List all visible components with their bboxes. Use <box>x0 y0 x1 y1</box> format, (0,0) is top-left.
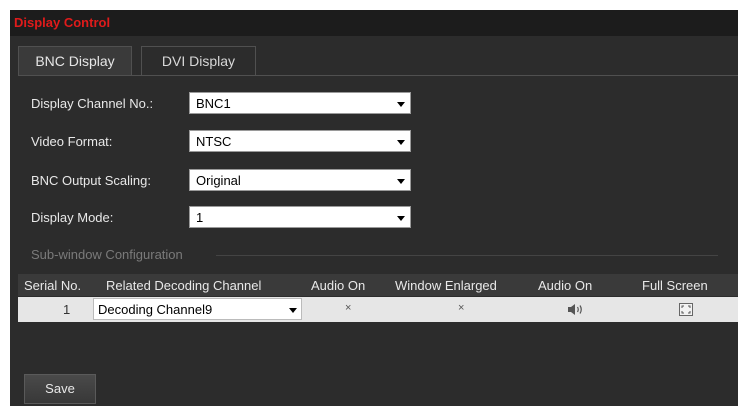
video-format-value: NTSC <box>196 134 232 149</box>
column-header: Full Screen <box>642 278 708 293</box>
column-header: Window Enlarged <box>395 278 497 293</box>
display-channel-select[interactable]: BNC1 <box>189 92 411 114</box>
table-row: 1 Decoding Channel9 × × <box>18 297 738 322</box>
output-scaling-label: BNC Output Scaling: <box>31 173 151 188</box>
tab-bnc-display[interactable]: BNC Display <box>18 46 132 76</box>
chevron-down-icon <box>289 308 297 313</box>
window-enlarged-toggle[interactable]: × <box>458 302 464 314</box>
column-header: Serial No. <box>24 278 82 293</box>
display-channel-value: BNC1 <box>196 96 231 111</box>
video-format-label: Video Format: <box>31 134 113 149</box>
display-mode-label: Display Mode: <box>31 210 114 225</box>
serial-number: 1 <box>63 302 71 317</box>
subwindow-config-title: Sub-window Configuration <box>31 247 183 262</box>
audio-on-toggle[interactable]: × <box>345 302 351 314</box>
video-format-select[interactable]: NTSC <box>189 130 411 152</box>
speaker-icon[interactable] <box>567 303 585 319</box>
display-mode-select[interactable]: 1 <box>189 206 411 228</box>
table-header: Serial No. Related Decoding Channel Audi… <box>18 274 738 296</box>
group-divider <box>216 255 718 256</box>
chevron-down-icon <box>397 216 405 221</box>
window-title: Display Control <box>14 15 111 30</box>
save-button[interactable]: Save <box>24 374 96 404</box>
chevron-down-icon <box>397 179 405 184</box>
fullscreen-icon[interactable] <box>679 303 693 319</box>
decoding-channel-value: Decoding Channel9 <box>98 302 213 317</box>
tab-divider <box>18 75 738 76</box>
chevron-down-icon <box>397 140 405 145</box>
column-header: Audio On <box>538 278 593 293</box>
chevron-down-icon <box>397 102 405 107</box>
display-control-window: Display Control BNC Display DVI Display … <box>10 10 738 406</box>
display-channel-label: Display Channel No.: <box>31 96 154 111</box>
display-mode-value: 1 <box>196 210 204 225</box>
column-header: Related Decoding Channel <box>106 278 262 293</box>
output-scaling-value: Original <box>196 173 241 188</box>
title-bar: Display Control <box>10 10 738 36</box>
column-header: Audio On <box>311 278 366 293</box>
decoding-channel-select[interactable]: Decoding Channel9 <box>93 298 302 320</box>
tab-dvi-display[interactable]: DVI Display <box>141 46 256 76</box>
output-scaling-select[interactable]: Original <box>189 169 411 191</box>
